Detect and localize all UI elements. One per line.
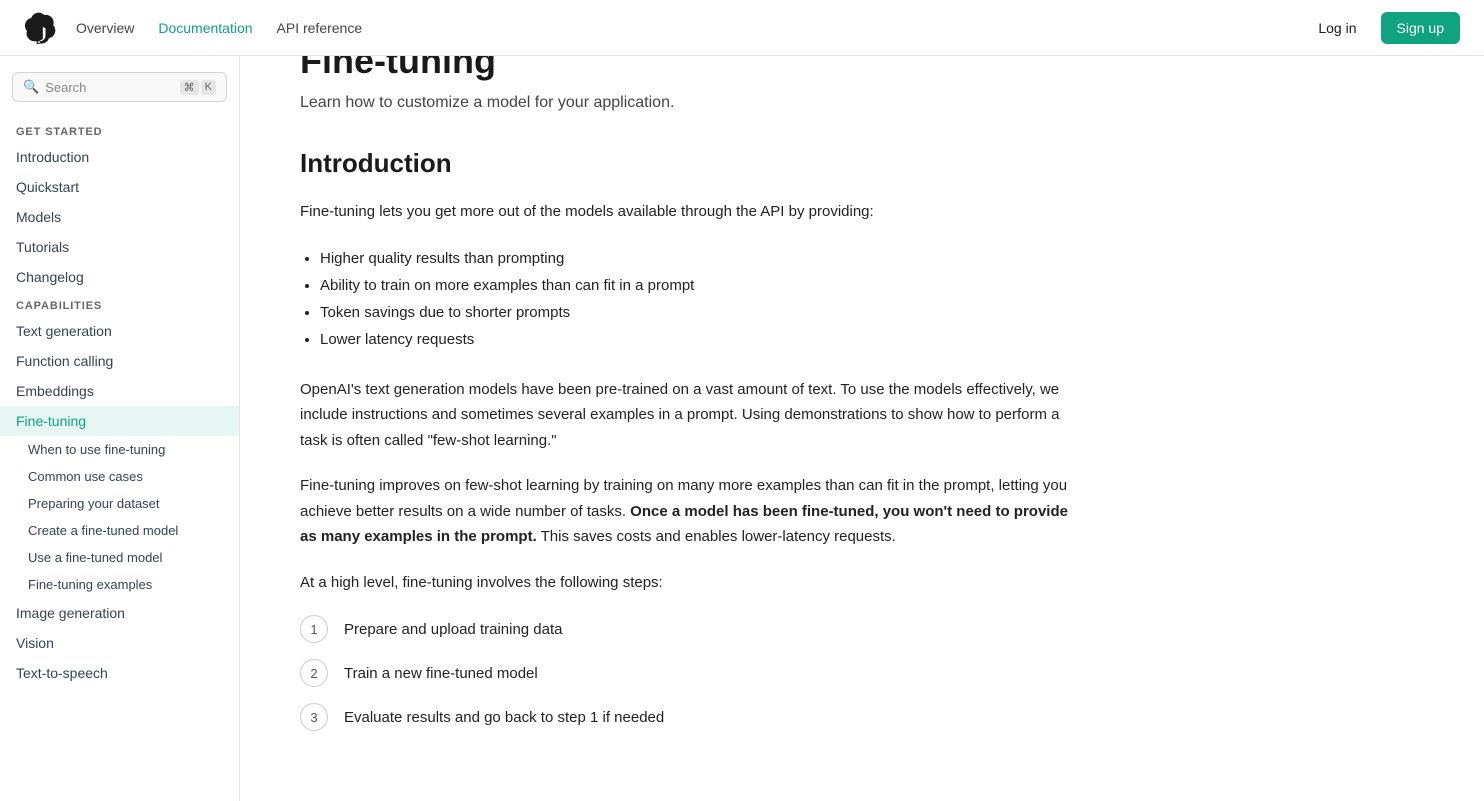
sidebar-subitem-when-to-use[interactable]: When to use fine-tuning xyxy=(0,436,239,463)
sidebar: 🔍 Search ⌘ K GET STARTED Introduction Qu… xyxy=(0,56,240,801)
bullet-2: Ability to train on more examples than c… xyxy=(320,272,1080,299)
kbd-cmd: ⌘ xyxy=(180,80,199,95)
logo[interactable] xyxy=(24,12,56,44)
page-subtitle: Learn how to customize a model for your … xyxy=(300,94,1080,112)
step-label-2: Train a new fine-tuned model xyxy=(344,665,538,682)
sidebar-section-capabilities: CAPABILITIES Text generation Function ca… xyxy=(0,292,239,688)
sidebar-subitem-create-model[interactable]: Create a fine-tuned model xyxy=(0,517,239,544)
section-label-capabilities: CAPABILITIES xyxy=(0,292,239,316)
sidebar-item-quickstart[interactable]: Quickstart xyxy=(0,172,239,202)
search-placeholder: Search xyxy=(45,80,173,95)
step-number-2: 2 xyxy=(300,659,328,687)
para2: OpenAI's text generation models have bee… xyxy=(300,377,1080,454)
para3-after-bold: This saves costs and enables lower-laten… xyxy=(537,528,896,545)
nav-actions: Log in Sign up xyxy=(1306,12,1460,44)
bullet-1: Higher quality results than prompting xyxy=(320,245,1080,272)
step-label-3: Evaluate results and go back to step 1 i… xyxy=(344,709,664,726)
intro-heading: Introduction xyxy=(300,148,1080,179)
nav-api-reference[interactable]: API reference xyxy=(277,20,363,36)
search-box[interactable]: 🔍 Search ⌘ K xyxy=(12,72,227,102)
step-number-1: 1 xyxy=(300,615,328,643)
step-1: 1 Prepare and upload training data xyxy=(300,615,1080,643)
sidebar-subitem-examples[interactable]: Fine-tuning examples xyxy=(0,571,239,598)
sidebar-item-models[interactable]: Models xyxy=(0,202,239,232)
step-3: 3 Evaluate results and go back to step 1… xyxy=(300,703,1080,731)
sidebar-item-text-to-speech[interactable]: Text-to-speech xyxy=(0,658,239,688)
sidebar-item-function-calling[interactable]: Function calling xyxy=(0,346,239,376)
search-icon: 🔍 xyxy=(23,79,39,95)
para3: Fine-tuning improves on few-shot learnin… xyxy=(300,473,1080,550)
main-content: Fine-tuning Learn how to customize a mod… xyxy=(240,0,1140,745)
sidebar-subitem-preparing-dataset[interactable]: Preparing your dataset xyxy=(0,490,239,517)
kbd-k: K xyxy=(201,80,216,95)
sidebar-item-text-generation[interactable]: Text generation xyxy=(0,316,239,346)
sidebar-item-image-generation[interactable]: Image generation xyxy=(0,598,239,628)
sidebar-item-tutorials[interactable]: Tutorials xyxy=(0,232,239,262)
sidebar-section-get-started: GET STARTED Introduction Quickstart Mode… xyxy=(0,118,239,292)
nav-documentation[interactable]: Documentation xyxy=(158,20,252,36)
sidebar-subitem-use-model[interactable]: Use a fine-tuned model xyxy=(0,544,239,571)
search-keyboard-shortcut: ⌘ K xyxy=(180,80,216,95)
step-label-1: Prepare and upload training data xyxy=(344,621,563,638)
intro-paragraph: Fine-tuning lets you get more out of the… xyxy=(300,199,1080,225)
sidebar-item-fine-tuning[interactable]: Fine-tuning xyxy=(0,406,239,436)
feature-list: Higher quality results than prompting Ab… xyxy=(320,245,1080,353)
nav-overview[interactable]: Overview xyxy=(76,20,134,36)
section-label-get-started: GET STARTED xyxy=(0,118,239,142)
step-number-3: 3 xyxy=(300,703,328,731)
step-2: 2 Train a new fine-tuned model xyxy=(300,659,1080,687)
signup-button[interactable]: Sign up xyxy=(1381,12,1460,44)
sidebar-item-changelog[interactable]: Changelog xyxy=(0,262,239,292)
bullet-3: Token savings due to shorter prompts xyxy=(320,299,1080,326)
sidebar-item-embeddings[interactable]: Embeddings xyxy=(0,376,239,406)
nav-links: Overview Documentation API reference xyxy=(76,20,1306,36)
steps-list: 1 Prepare and upload training data 2 Tra… xyxy=(300,615,1080,745)
login-button[interactable]: Log in xyxy=(1306,14,1368,42)
sidebar-subitem-common-use-cases[interactable]: Common use cases xyxy=(0,463,239,490)
top-navigation: Overview Documentation API reference Log… xyxy=(0,0,1484,56)
steps-intro: At a high level, fine-tuning involves th… xyxy=(300,570,1080,596)
bullet-4: Lower latency requests xyxy=(320,326,1080,353)
sidebar-item-introduction[interactable]: Introduction xyxy=(0,142,239,172)
sidebar-item-vision[interactable]: Vision xyxy=(0,628,239,658)
